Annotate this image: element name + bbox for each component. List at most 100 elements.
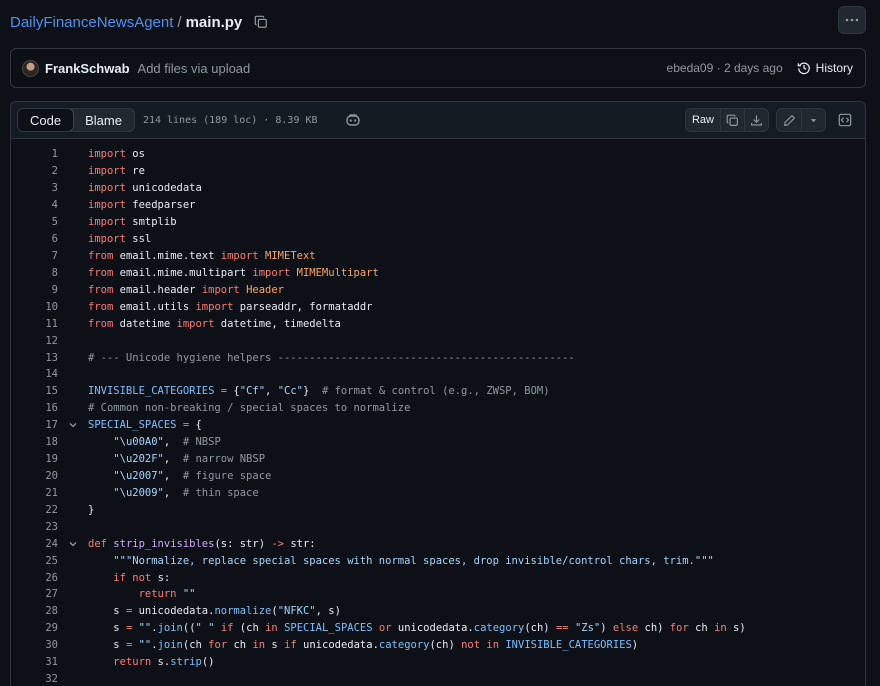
code-token: unicodedata. (296, 639, 379, 652)
line-number[interactable]: 26 (11, 572, 58, 584)
tab-blame[interactable]: Blame (73, 109, 134, 131)
line-content: def strip_invisibles(s: str) -> str: (88, 538, 316, 550)
copilot-icon[interactable] (344, 111, 362, 129)
line-number[interactable]: 30 (11, 639, 58, 651)
code-token: or (378, 622, 392, 635)
line-number[interactable]: 12 (11, 335, 58, 347)
line-number[interactable]: 21 (11, 487, 58, 499)
code-line: 22} (11, 501, 865, 518)
code-token: SPECIAL_SPACES (88, 419, 177, 432)
code-token: # format & control (e.g., ZWSP, BOM) (321, 385, 550, 398)
line-number[interactable]: 31 (11, 656, 58, 668)
code-token: , (163, 486, 183, 499)
commit-hash[interactable]: ebeda09 (667, 61, 714, 75)
avatar[interactable] (22, 59, 39, 77)
line-number[interactable]: 25 (11, 555, 58, 567)
code-line: 4 import feedparser (11, 197, 865, 214)
edit-dropdown-button[interactable] (801, 109, 825, 131)
code-token: email.header (113, 283, 202, 296)
code-line: 14 (11, 366, 865, 383)
chevron-down-icon[interactable] (58, 539, 88, 549)
line-number[interactable]: 17 (11, 419, 58, 431)
line-number[interactable]: 16 (11, 402, 58, 414)
line-number[interactable]: 20 (11, 470, 58, 482)
line-number[interactable]: 23 (11, 521, 58, 533)
code-body[interactable]: 1 import os 2 import re 3 import unicodedata 4… (11, 139, 865, 686)
code-token: s) (726, 622, 746, 635)
code-token: if (113, 571, 126, 584)
code-token: (ch (233, 622, 266, 635)
tab-code[interactable]: Code (17, 109, 75, 131)
repo-link[interactable]: DailyFinanceNewsAgent (10, 14, 173, 31)
code-token: def (88, 537, 107, 550)
kebab-icon[interactable] (838, 6, 866, 34)
code-token: from (88, 317, 114, 330)
line-content: import os (88, 148, 145, 160)
raw-button[interactable]: Raw (686, 109, 720, 131)
code-token: ch (227, 639, 253, 652)
code-token: join (157, 622, 183, 635)
code-token: normalize (214, 605, 272, 618)
commit-time: 2 days ago (723, 61, 783, 75)
code-line: 8 from email.mime.multipart import MIMEMu… (11, 264, 865, 281)
code-line: 28 s = unicodedata.normalize("NFKC", s) (11, 603, 865, 620)
code-token: os (125, 148, 145, 161)
code-token: "\u202F" (113, 453, 164, 466)
code-token: import (88, 165, 126, 178)
code-token: (ch (182, 639, 209, 652)
line-number[interactable]: 8 (11, 267, 58, 279)
line-number[interactable]: 14 (11, 368, 58, 380)
line-content: "\u202F", # narrow NBSP (88, 453, 265, 465)
line-number[interactable]: 18 (11, 436, 58, 448)
code-line: 18 "\u00A0", # NBSP (11, 434, 865, 451)
commit-message[interactable]: Add files via upload (138, 61, 251, 76)
file-meta: 214 lines (189 loc) · 8.39 KB (142, 114, 318, 126)
download-button[interactable] (744, 109, 768, 131)
code-square-icon[interactable] (833, 108, 857, 132)
line-number[interactable]: 4 (11, 199, 58, 211)
line-number[interactable]: 15 (11, 385, 58, 397)
code-token: # NBSP (182, 436, 221, 449)
code-line: 21 "\u2009", # thin space (11, 484, 865, 501)
line-number[interactable]: 24 (11, 538, 58, 550)
chevron-down-icon[interactable] (58, 420, 88, 430)
code-token: INVISIBLE_CATEGORIES (505, 639, 632, 652)
line-number[interactable]: 3 (11, 182, 58, 194)
line-number[interactable]: 5 (11, 216, 58, 228)
code-token: , (163, 469, 183, 482)
commit-author[interactable]: FrankSchwab (45, 61, 130, 76)
code-token: import (88, 199, 126, 212)
code-token: for (208, 639, 228, 652)
line-number[interactable]: 9 (11, 284, 58, 296)
line-content: import re (88, 165, 145, 177)
code-line: 32 (11, 671, 865, 686)
line-content: from email.mime.text import MIMEText (88, 250, 316, 262)
history-button[interactable]: History (797, 61, 853, 75)
line-content: s = "".join(ch for ch in s if unicodedat… (88, 639, 638, 651)
code-line: 12 (11, 332, 865, 349)
line-number[interactable]: 10 (11, 301, 58, 313)
code-line: 11 from datetime import datetime, timedel… (11, 315, 865, 332)
line-number[interactable]: 32 (11, 673, 58, 685)
line-number[interactable]: 7 (11, 250, 58, 262)
code-token: strip_invisibles (113, 537, 215, 550)
line-number[interactable]: 29 (11, 622, 58, 634)
copy-icon[interactable] (252, 13, 270, 31)
line-number[interactable]: 28 (11, 605, 58, 617)
edit-button[interactable] (777, 109, 801, 131)
code-token: (ch) (524, 622, 556, 635)
edit-group (776, 108, 826, 132)
code-token: INVISIBLE_CATEGORIES (88, 385, 215, 398)
copy-raw-button[interactable] (720, 109, 744, 131)
line-number[interactable]: 13 (11, 352, 58, 364)
line-number[interactable]: 22 (11, 504, 58, 516)
line-number[interactable]: 1 (11, 148, 58, 160)
line-number[interactable]: 2 (11, 165, 58, 177)
line-number[interactable]: 6 (11, 233, 58, 245)
line-number[interactable]: 27 (11, 588, 58, 600)
line-number[interactable]: 11 (11, 318, 58, 330)
line-number[interactable]: 19 (11, 453, 58, 465)
